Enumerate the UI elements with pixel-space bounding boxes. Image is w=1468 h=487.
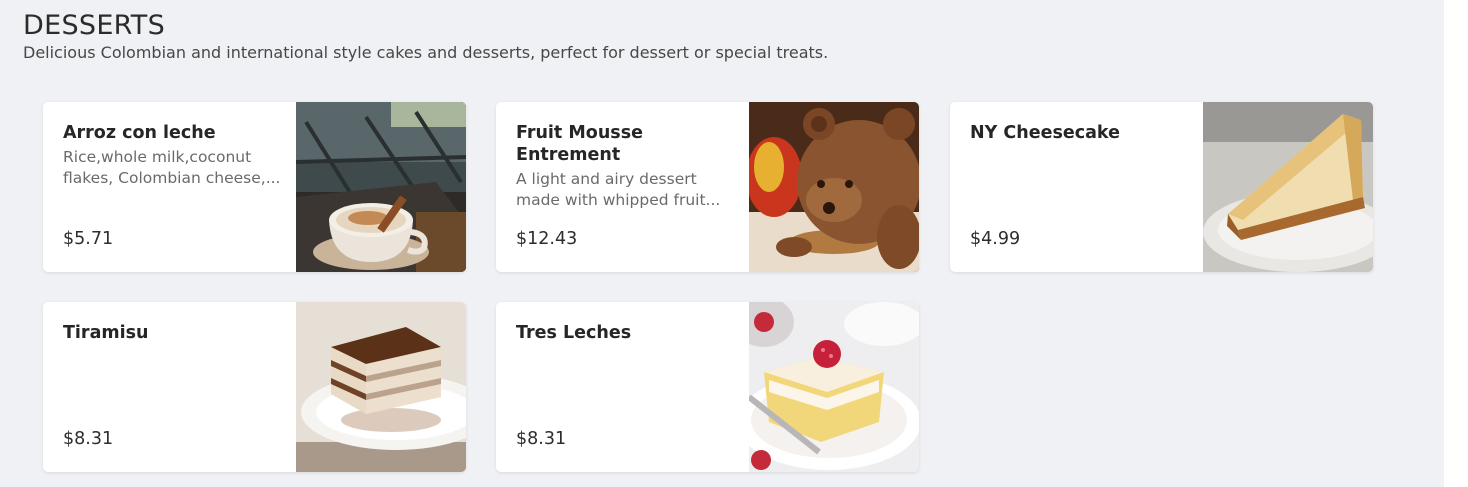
menu-item-price: $4.99: [970, 229, 1021, 249]
menu-item-name: Fruit Mousse Entrement: [516, 123, 643, 165]
menu-item-name: NY Cheesecake: [970, 123, 1120, 143]
menu-item-card-tiramisu[interactable]: Tiramisu $8.31: [43, 302, 466, 472]
rice-pudding-cup-photo: [296, 102, 466, 272]
menu-item-description: Rice,whole milk,coconut flakes, Colombia…: [63, 148, 281, 187]
menu-item-name: Arroz con leche: [63, 123, 216, 143]
menu-item-price: $12.43: [516, 229, 578, 249]
section-description: Delicious Colombian and international st…: [23, 43, 829, 62]
menu-item-price: $8.31: [63, 429, 114, 449]
page-edge: [1444, 0, 1468, 487]
menu-item-card-arroz-con-leche[interactable]: Arroz con leche Rice,whole milk,coconut …: [43, 102, 466, 272]
menu-item-name: Tres Leches: [516, 323, 632, 343]
menu-item-name: Tiramisu: [63, 323, 149, 343]
tiramisu-slice-photo: [296, 302, 466, 472]
bear-mousse-cake-photo: [749, 102, 919, 272]
tres-leches-cake-photo: [749, 302, 919, 472]
desserts-section: DESSERTS Delicious Colombian and interna…: [0, 0, 1444, 487]
menu-item-price: $5.71: [63, 229, 114, 249]
menu-item-card-ny-cheesecake[interactable]: NY Cheesecake $4.99: [950, 102, 1373, 272]
menu-item-card-fruit-mousse-entrement[interactable]: Fruit Mousse Entrement A light and airy …: [496, 102, 919, 272]
cheesecake-slice-photo: [1203, 102, 1373, 272]
menu-item-card-tres-leches[interactable]: Tres Leches $8.31: [496, 302, 919, 472]
menu-item-description: A light and airy dessert made with whipp…: [516, 170, 721, 209]
menu-item-price: $8.31: [516, 429, 567, 449]
section-title: DESSERTS: [23, 10, 166, 41]
